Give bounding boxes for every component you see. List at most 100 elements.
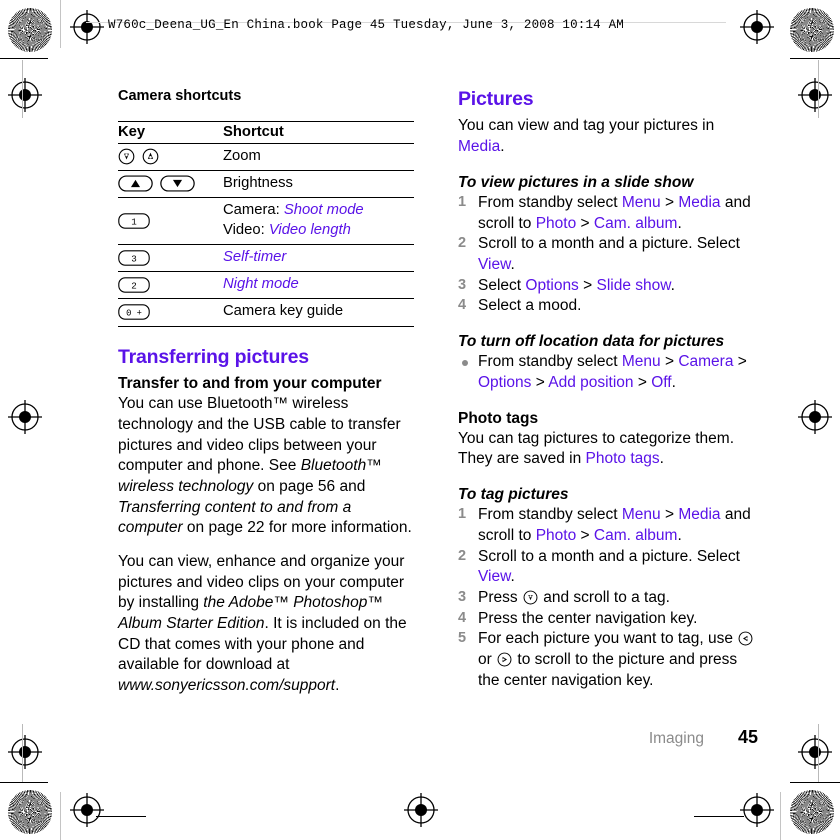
tag-pictures-heading: To tag pictures <box>458 486 569 504</box>
pictures-intro-text-1: You can view and tag your pictures in <box>458 117 715 135</box>
step-text: For each picture you want to tag, use <box>478 630 738 648</box>
off-link[interactable]: Off <box>651 374 671 391</box>
cam-album-link[interactable]: Cam. album <box>594 215 678 232</box>
step-period: . <box>677 214 682 232</box>
bullet-text: From standby select <box>478 353 622 371</box>
numeric-key-label: 0 + <box>126 309 142 319</box>
brightness-up-key-icon <box>118 175 153 192</box>
step-period: . <box>677 526 682 544</box>
key-cell <box>118 170 223 199</box>
step-sep: > <box>660 506 679 524</box>
step-text: From standby select <box>478 506 622 524</box>
page-footer: Imaging 45 <box>118 727 758 748</box>
video-prefix-label: Video: <box>223 221 269 238</box>
transfer-paragraph-1: You can use Bluetooth™ wireless technolo… <box>118 394 418 539</box>
transfer-p1-text-2: on page 56 and <box>253 477 366 495</box>
step-sep: > <box>660 193 679 211</box>
self-timer-link[interactable]: Self-timer <box>223 248 414 267</box>
footer-page-number: 45 <box>737 727 758 747</box>
bullet-period: . <box>671 373 676 391</box>
key-cell: 1 <box>118 197 223 245</box>
step-period: . <box>510 568 515 586</box>
media-link[interactable]: Media <box>678 506 720 523</box>
slide-show-link[interactable]: Slide show <box>596 277 670 294</box>
tag-pictures-steps: From standby select Menu > Media and scr… <box>458 505 758 691</box>
step-text: Scroll to a month and a picture. Select <box>478 235 740 253</box>
options-link[interactable]: Options <box>525 277 578 294</box>
table-row: 3 Self-timer <box>118 243 414 273</box>
numeric-key-icon: 3 <box>118 249 150 266</box>
column-header-key: Key <box>118 121 223 144</box>
pictures-intro-text-2: . <box>500 138 505 156</box>
step-sep: > <box>576 214 594 232</box>
camera-link[interactable]: Camera <box>678 353 733 370</box>
numeric-key-icon: 2 <box>118 277 150 293</box>
location-data-heading: To turn off location data for pictures <box>458 333 725 351</box>
view-link[interactable]: View <box>478 568 510 585</box>
photo-link[interactable]: Photo <box>536 527 577 544</box>
night-mode-link[interactable]: Night mode <box>223 275 414 294</box>
brightness-down-key-icon <box>160 175 195 192</box>
shoot-mode-link[interactable]: Shoot mode <box>284 202 364 218</box>
photo-link[interactable]: Photo <box>536 215 577 232</box>
shortcut-cell: Camera: Shoot mode Video: Video length <box>223 197 414 245</box>
volume-up-key-icon <box>142 148 159 165</box>
list-item: From standby select Menu > Media and scr… <box>458 505 758 546</box>
transfer-paragraph-2: You can view, enhance and organize your … <box>118 552 418 697</box>
support-url-italic: www.sonyericsson.com/support <box>118 677 336 695</box>
menu-link[interactable]: Menu <box>622 194 661 211</box>
table-row: 0 + Camera key guide <box>118 298 414 327</box>
key-cell: 3 <box>118 243 223 273</box>
media-link[interactable]: Media <box>458 138 500 155</box>
shortcut-cell: Camera key guide <box>223 298 414 327</box>
menu-link[interactable]: Menu <box>622 506 661 523</box>
photo-tags-heading: Photo tags <box>458 409 539 427</box>
step-text: Scroll to a month and a picture. Select <box>478 547 740 565</box>
right-column: Pictures You can view and tag your pictu… <box>458 88 758 691</box>
media-link[interactable]: Media <box>678 194 720 211</box>
list-item: Select Options > Slide show. <box>458 276 758 297</box>
page-body: Camera shortcuts Key Shortcut Zoom Brigh… <box>0 0 840 840</box>
numeric-key-icon: 1 <box>118 212 150 229</box>
shortcut-value: Zoom <box>223 148 261 164</box>
table-row: 2 Night mode <box>118 271 414 300</box>
shortcut-cell: Night mode <box>223 271 414 300</box>
list-item: Press and scroll to a tag. <box>458 588 758 609</box>
view-link[interactable]: View <box>478 256 510 273</box>
bullet-sep: > <box>660 353 679 371</box>
step-text: or <box>478 651 497 669</box>
step-text: Select <box>478 276 526 294</box>
numeric-key-label: 3 <box>131 253 137 264</box>
nav-left-key-icon <box>738 631 753 646</box>
photo-tags-text-2: . <box>659 450 664 468</box>
step-sep: > <box>578 276 597 294</box>
list-item: Scroll to a month and a picture. Select … <box>458 234 758 275</box>
step-text: and scroll to a tag. <box>538 588 670 606</box>
step-text: Select a mood. <box>478 297 582 315</box>
camera-shortcuts-title: Camera shortcuts <box>118 88 242 104</box>
shortcut-cell: Brightness <box>223 170 414 199</box>
nav-right-key-icon <box>497 652 512 667</box>
numeric-key-label: 1 <box>131 216 137 227</box>
photo-tags-link[interactable]: Photo tags <box>586 450 660 467</box>
step-period: . <box>510 256 515 273</box>
video-length-link[interactable]: Video length <box>269 222 351 238</box>
step-sep: > <box>576 526 594 544</box>
key-cell: 0 + <box>118 298 223 327</box>
numeric-key-icon: 0 + <box>118 304 150 320</box>
shortcut-value: Brightness <box>223 175 293 192</box>
camera-shortcuts-table: Key Shortcut Zoom Brightness 1 Camera: S… <box>118 121 414 327</box>
menu-link[interactable]: Menu <box>622 353 661 370</box>
cam-album-link[interactable]: Cam. album <box>594 527 678 544</box>
volume-down-key-icon <box>118 148 135 165</box>
table-row: Zoom <box>118 142 414 172</box>
shortcut-value: Camera: Shoot mode Video: Video length <box>223 201 414 239</box>
bullet-sep: > <box>633 373 652 391</box>
slide-show-steps: From standby select Menu > Media and scr… <box>458 193 758 317</box>
options-link[interactable]: Options <box>478 374 531 391</box>
table-row: 1 Camera: Shoot mode Video: Video length <box>118 197 414 245</box>
list-item: Scroll to a month and a picture. Select … <box>458 547 758 588</box>
add-position-link[interactable]: Add position <box>548 374 633 391</box>
list-item: From standby select Menu > Media and scr… <box>458 193 758 234</box>
list-item: From standby select Menu > Camera > Opti… <box>458 352 758 393</box>
